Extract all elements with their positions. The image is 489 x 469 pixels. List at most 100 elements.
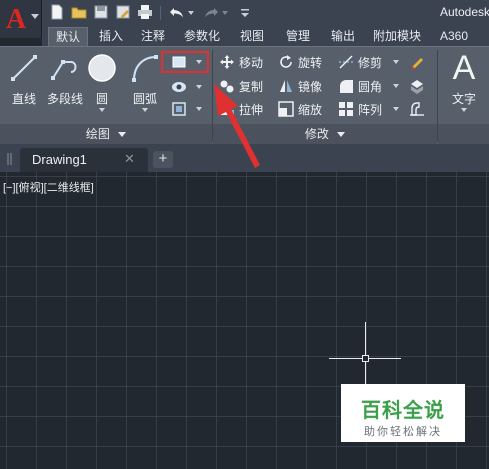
array-icon: [339, 102, 353, 116]
document-tab-bar: Drawing1 ✕ +: [0, 144, 489, 172]
line-tool-button[interactable]: 直线: [3, 50, 45, 122]
watermark-logo: 百科全说 助你轻松解决: [341, 384, 465, 442]
erase-tool-button[interactable]: [409, 53, 431, 71]
tab-addins[interactable]: 附加模块: [366, 27, 428, 46]
redo-dropdown-icon[interactable]: [220, 4, 230, 22]
offset-tool-button[interactable]: [409, 100, 431, 118]
print-icon[interactable]: [136, 4, 154, 22]
tab-a360[interactable]: A360: [434, 27, 474, 46]
circle-tool-button[interactable]: 圆: [81, 50, 123, 122]
offset-icon: [410, 102, 424, 116]
watermark-title: 百科全说: [361, 400, 445, 422]
modify-panel-title: 修改: [304, 127, 329, 141]
rotate-icon: [280, 55, 292, 68]
app-title: Autodesk: [440, 5, 489, 19]
customize-dropdown-icon[interactable]: [236, 4, 254, 22]
watermark-subtitle: 助你轻松解决: [364, 426, 442, 438]
autocad-window: Autodesk A 默认 插入 注释 参数化 视图 管理 输出 附加模块 A3…: [0, 0, 489, 469]
tab-default[interactable]: 默认: [48, 27, 88, 46]
polyline-tool-label: 多段线: [46, 92, 83, 106]
document-tab-drawing1[interactable]: Drawing1 ✕: [20, 148, 148, 172]
crosshair-pickbox: [362, 355, 369, 362]
stretch-tool-label: 拉伸: [239, 103, 264, 117]
tab-insert[interactable]: 插入: [92, 27, 130, 46]
text-tool-label: 文字: [451, 92, 476, 106]
hatch-icon: [172, 82, 186, 92]
tab-annotate[interactable]: 注释: [134, 27, 172, 46]
arc-tool-button[interactable]: 圆弧: [124, 50, 166, 122]
trim-tool-label: 修剪: [358, 56, 383, 70]
array-tool-button[interactable]: 阵列: [338, 100, 400, 118]
stretch-icon: [221, 103, 234, 115]
fillet-tool-button[interactable]: 圆角: [338, 77, 400, 95]
chevron-down-icon: [118, 132, 127, 138]
chevron-down-icon: [337, 132, 346, 138]
chevron-down-icon[interactable]: [393, 107, 399, 111]
pencil-erase-icon: [411, 58, 423, 70]
move-icon: [220, 55, 234, 69]
scale-tool-button[interactable]: 缩放: [278, 100, 332, 118]
stretch-tool-button[interactable]: 拉伸: [219, 100, 273, 118]
document-tab-title: Drawing1: [32, 152, 87, 167]
annotation-panel-footer[interactable]: [438, 124, 489, 144]
tab-view[interactable]: 视图: [232, 27, 272, 46]
copy-icon: [220, 80, 234, 93]
modify-panel-footer[interactable]: 修改: [213, 124, 437, 144]
mirror-tool-button[interactable]: 镜像: [278, 77, 332, 95]
explode-icon: [411, 80, 423, 94]
close-icon[interactable]: ✕: [124, 151, 135, 167]
draw-panel-footer[interactable]: 绘图: [0, 124, 212, 144]
chevron-down-icon[interactable]: [142, 108, 148, 112]
chevron-down-icon[interactable]: [196, 107, 202, 111]
line-tool-label: 直线: [11, 92, 36, 106]
rectangle-highlight-box: [161, 51, 209, 73]
text-tool-button[interactable]: A 文字: [442, 50, 486, 122]
array-tool-label: 阵列: [358, 103, 383, 117]
circle-icon: [88, 54, 116, 82]
open-folder-icon[interactable]: [70, 4, 88, 22]
chevron-down-icon[interactable]: [393, 84, 399, 88]
save-as-icon[interactable]: [114, 4, 132, 22]
undo-dropdown-icon[interactable]: [186, 4, 196, 22]
chevron-down-icon[interactable]: [393, 60, 399, 64]
boundary-icon: [172, 102, 186, 116]
mirror-tool-label: 镜像: [298, 80, 323, 94]
polyline-icon: [51, 60, 77, 80]
text-glyph-icon: A: [452, 49, 476, 87]
save-icon[interactable]: [92, 4, 110, 22]
explode-tool-button[interactable]: [409, 77, 431, 95]
fillet-tool-label: 圆角: [358, 80, 383, 94]
chevron-down-icon[interactable]: [99, 108, 105, 112]
scale-icon: [278, 101, 294, 117]
draw-panel-title: 绘图: [85, 127, 110, 141]
viewport-controls-label[interactable]: [−][俯视][二维线框]: [3, 179, 94, 195]
undo-icon[interactable]: [168, 4, 186, 22]
tab-output[interactable]: 输出: [324, 27, 362, 46]
title-bar: Autodesk: [0, 0, 489, 26]
application-menu-button[interactable]: A: [0, 0, 42, 38]
line-icon: [11, 55, 37, 81]
rotate-tool-button[interactable]: 旋转: [278, 53, 332, 71]
tab-parametric[interactable]: 参数化: [176, 27, 228, 46]
mirror-icon: [280, 80, 292, 92]
new-file-icon[interactable]: [48, 4, 66, 22]
chevron-down-icon[interactable]: [461, 108, 467, 112]
tab-manage[interactable]: 管理: [278, 27, 318, 46]
fillet-icon: [340, 80, 353, 93]
boundary-tool-button[interactable]: [171, 100, 207, 118]
trim-icon: [339, 55, 353, 69]
rotate-tool-label: 旋转: [298, 56, 323, 70]
hatch-tool-button[interactable]: [171, 78, 207, 96]
redo-icon[interactable]: [202, 4, 220, 22]
scale-tool-label: 缩放: [298, 103, 323, 117]
ribbon-tabs: 默认 插入 注释 参数化 视图 管理 输出 附加模块 A360: [42, 26, 489, 46]
polyline-tool-button[interactable]: 多段线: [44, 50, 86, 122]
tab-scroll-grip-icon: [6, 152, 14, 166]
arc-tool-label: 圆弧: [132, 92, 157, 106]
move-tool-button[interactable]: 移动: [219, 53, 273, 71]
trim-tool-button[interactable]: 修剪: [338, 53, 400, 71]
copy-tool-button[interactable]: 复制: [219, 77, 273, 95]
circle-tool-label: 圆: [95, 92, 108, 106]
new-drawing-tab-button[interactable]: +: [153, 151, 173, 168]
chevron-down-icon[interactable]: [196, 85, 202, 89]
